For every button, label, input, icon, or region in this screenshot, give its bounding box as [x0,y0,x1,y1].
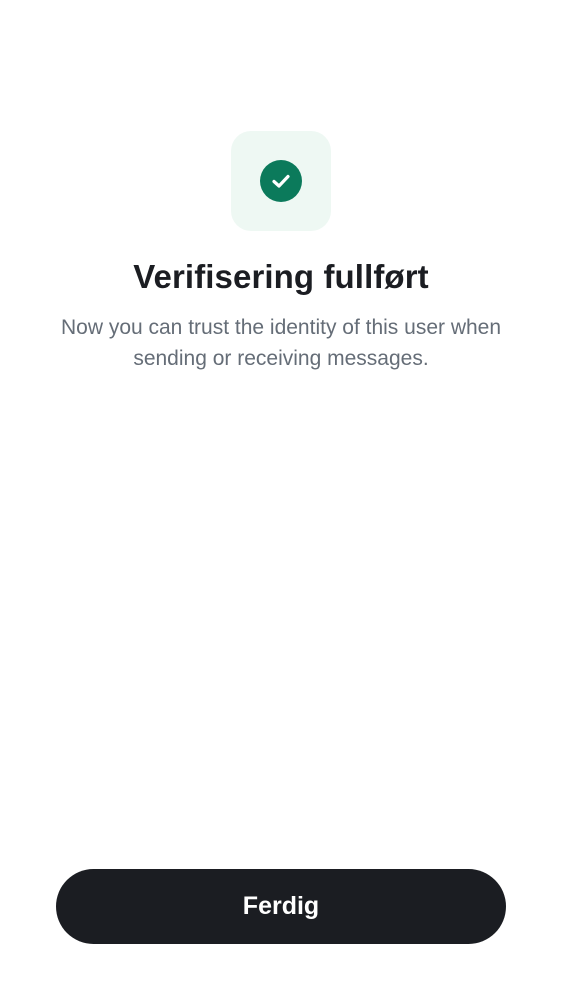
checkmark-icon [272,174,290,188]
page-title: Verifisering fullført [133,258,429,295]
verification-complete-screen: Verifisering fullført Now you can trust … [0,0,562,1000]
success-icon-tile [231,131,331,231]
done-button[interactable]: Ferdig [56,869,506,944]
page-subtitle: Now you can trust the identity of this u… [60,316,502,370]
check-circle-icon [260,160,302,202]
